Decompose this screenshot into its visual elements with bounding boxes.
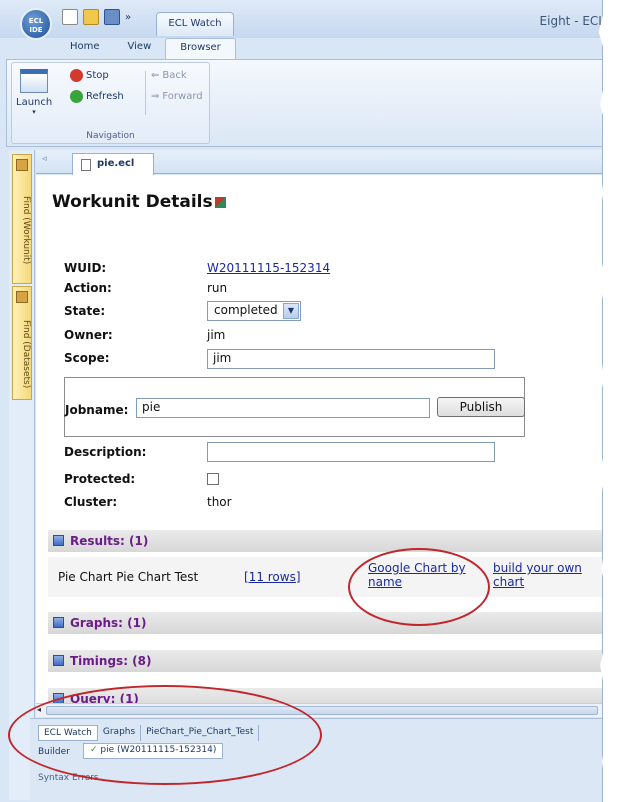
timings-section-header[interactable]: Timings: (8)	[48, 650, 602, 672]
result-name: Pie Chart Pie Chart Test	[58, 570, 199, 584]
expand-icon	[53, 617, 64, 628]
protected-checkbox[interactable]	[207, 473, 219, 485]
forward-button[interactable]: ⇒ Forward	[151, 91, 203, 102]
open-folder-icon[interactable]	[83, 9, 99, 25]
results-section-header[interactable]: Results: (1)	[48, 530, 602, 552]
stop-icon	[70, 69, 83, 82]
find-datasets-panel-tab[interactable]: Find (Datasets)	[12, 286, 32, 400]
scope-input[interactable]: jim	[207, 349, 495, 369]
launch-icon	[20, 69, 48, 93]
page-title-text: Workunit Details	[52, 192, 213, 212]
divider	[145, 71, 146, 115]
refresh-button[interactable]: Refresh	[70, 90, 124, 103]
refresh-label: Refresh	[86, 91, 124, 102]
wuid-link[interactable]: W20111115-152314	[207, 261, 330, 275]
rows-link[interactable]: [11 rows]	[244, 570, 301, 584]
wuid-label: WUID:	[64, 261, 107, 275]
description-label: Description:	[64, 445, 147, 459]
new-file-icon[interactable]	[62, 9, 78, 25]
stop-button[interactable]: Stop	[70, 69, 109, 82]
left-side-panels: Find (Workunit) Find (Datasets)	[9, 150, 35, 800]
jobname-box: Jobname: pie Publish	[64, 377, 525, 437]
tab-home[interactable]: Home	[56, 38, 114, 60]
back-button[interactable]: ⇐ Back	[151, 70, 187, 81]
graphs-section-label: Graphs: (1)	[70, 616, 147, 630]
find-icon	[16, 159, 28, 171]
graphs-section-header[interactable]: Graphs: (1)	[48, 612, 602, 634]
collapse-icon	[53, 535, 64, 546]
editor-tab-label: pie.ecl	[97, 158, 135, 169]
jobname-input[interactable]: pie	[136, 398, 430, 418]
file-icon	[81, 159, 91, 171]
expand-icon	[53, 655, 64, 666]
ribbon: Launch ▾ Stop Refresh ⇐ Back ⇒ Forward N…	[6, 59, 602, 147]
cluster-label: Cluster:	[64, 495, 118, 509]
annotation-oval-output-tabs	[8, 685, 322, 785]
save-icon[interactable]	[104, 9, 120, 25]
refresh-icon	[70, 90, 83, 103]
back-label: Back	[162, 70, 187, 81]
owner-value: jim	[207, 328, 226, 342]
navigation-group: Launch ▾ Stop Refresh ⇐ Back ⇒ Forward N…	[11, 62, 210, 144]
more-icon[interactable]: »	[125, 12, 131, 23]
app-menu-button[interactable]: ECL IDE	[20, 8, 52, 40]
ribbon-tabs: Home View Browser	[56, 38, 236, 60]
cluster-value: thor	[207, 495, 232, 509]
quick-access-toolbar: »	[62, 6, 131, 28]
dropdown-arrow-icon: ▾	[32, 108, 36, 116]
editor-tab-pie-ecl[interactable]: pie.ecl	[72, 153, 154, 175]
status-flag-icon	[214, 197, 226, 208]
back-arrow-icon: ⇐	[151, 70, 160, 81]
ecl-ide-window: ECL IDE » ECL Watch Eight - ECL Home Vie…	[0, 0, 603, 802]
forward-label: Forward	[162, 91, 203, 102]
forward-arrow-icon: ⇒	[151, 91, 160, 102]
action-value: run	[207, 281, 228, 295]
results-section-label: Results: (1)	[70, 534, 149, 548]
action-label: Action:	[64, 281, 112, 295]
editor-tab-strip: ◃ pie.ecl	[36, 150, 602, 175]
find-icon	[16, 291, 28, 303]
launch-button[interactable]: Launch ▾	[16, 69, 52, 116]
workunit-details-page: Workunit Details WUID: W20111115-152314 …	[36, 175, 602, 710]
tab-browser[interactable]: Browser	[165, 38, 236, 60]
window-title: Eight - ECL	[539, 14, 603, 28]
state-value: completed	[214, 303, 278, 317]
timings-section-label: Timings: (8)	[70, 654, 152, 668]
scope-label: Scope:	[64, 351, 110, 365]
owner-label: Owner:	[64, 328, 113, 342]
page-title: Workunit Details	[52, 192, 226, 212]
result-row: Pie Chart Pie Chart Test [11 rows] Googl…	[48, 557, 602, 597]
group-label: Navigation	[86, 131, 135, 141]
state-label: State:	[64, 304, 106, 318]
find-datasets-label: Find (Datasets)	[21, 319, 31, 389]
chevron-down-icon: ▼	[283, 303, 299, 319]
find-workunit-label: Find (Workunit)	[21, 195, 31, 265]
description-input[interactable]	[207, 442, 495, 462]
build-chart-link[interactable]: build your own chart	[493, 561, 582, 589]
title-bar: ECL IDE » ECL Watch Eight - ECL	[0, 0, 603, 40]
annotation-oval-google-chart	[348, 548, 490, 626]
publish-button[interactable]: Publish	[437, 397, 525, 417]
jobname-label: Jobname:	[65, 403, 129, 417]
state-select[interactable]: completed ▼	[207, 301, 301, 321]
launch-label: Launch	[16, 97, 53, 108]
scroll-left-icon[interactable]: ◃	[42, 154, 47, 164]
find-workunit-panel-tab[interactable]: Find (Workunit)	[12, 154, 32, 284]
stop-label: Stop	[86, 70, 109, 81]
ecl-watch-window-tab[interactable]: ECL Watch	[156, 12, 234, 36]
tab-view[interactable]: View	[114, 38, 166, 60]
protected-label: Protected:	[64, 472, 136, 486]
